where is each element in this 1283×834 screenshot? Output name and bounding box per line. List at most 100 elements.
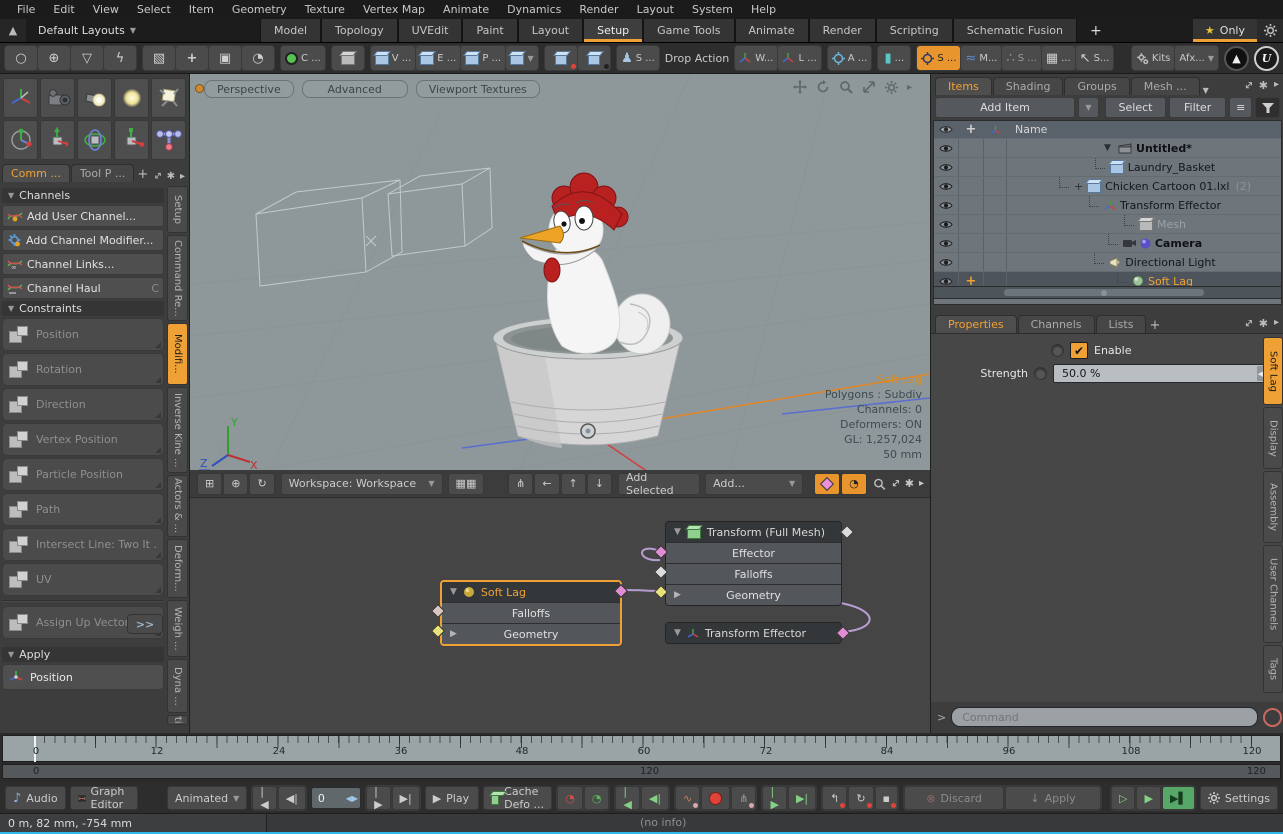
add-item-dropdown[interactable]: ▼ xyxy=(1078,97,1099,118)
next-frame-button[interactable]: |▶ xyxy=(366,786,390,810)
itemlist-arrow-icon[interactable]: ▸ xyxy=(1274,79,1279,92)
add-channel-modifier-button[interactable]: Add Channel Modifier... xyxy=(2,229,164,251)
enable-channel-toggle[interactable] xyxy=(1051,344,1064,357)
maximize-icon[interactable] xyxy=(862,80,876,94)
tab-game-tools[interactable]: Game Tools xyxy=(643,19,734,42)
item-row-transform-effector[interactable]: Transform Effector xyxy=(934,195,1281,214)
menu-render[interactable]: Render xyxy=(570,1,627,18)
viewport-more-arrow-icon[interactable]: ▸ xyxy=(907,82,912,93)
timeline-ruler[interactable]: 0 12 24 36 48 60 72 84 96 108 120 xyxy=(2,735,1281,762)
viewport-perspective-button[interactable]: Perspective xyxy=(204,80,294,98)
schematic-canvas[interactable]: ▼ Soft Lag Falloffs ▶Geometry ▼ Transfor… xyxy=(190,498,930,733)
tab-tool-pipe[interactable]: Tool P ... xyxy=(71,164,134,182)
vtab-display[interactable]: Display xyxy=(1263,407,1283,469)
vtab-tags[interactable]: Tags xyxy=(1263,645,1283,693)
schematic-maximize-icon[interactable]: ↕ xyxy=(887,476,903,492)
node-transform-effector[interactable]: Effector xyxy=(666,542,841,563)
node-transform-effector-item[interactable]: ▼ Transform Effector xyxy=(665,622,842,644)
layoutbar-gear-icon[interactable] xyxy=(1257,19,1283,42)
ik-joint-button[interactable] xyxy=(151,120,186,160)
play-button[interactable]: ▶Play xyxy=(425,786,479,810)
add-panel-tab-button[interactable]: + xyxy=(135,167,150,182)
channels-section-header[interactable]: ▼Channels xyxy=(2,188,164,203)
collapse-triangle-icon[interactable]: ▼ xyxy=(674,628,681,638)
viewport-shading-button[interactable]: Advanced xyxy=(302,80,408,98)
item-row-chicken[interactable]: + Chicken Cartoon 01.lxl(2) xyxy=(934,176,1281,195)
constraint-rotation-button[interactable]: Rotation xyxy=(2,353,164,386)
set-mode-button[interactable]: ∴S ... xyxy=(1002,46,1040,70)
visibility-eye-icon[interactable] xyxy=(934,177,959,195)
channel-links-button[interactable]: ∞Channel Links... xyxy=(2,253,164,275)
visibility-column-eye-icon[interactable] xyxy=(934,121,959,138)
tab-animate[interactable]: Animate xyxy=(735,19,809,42)
graph-editor-button[interactable]: Graph Editor xyxy=(70,786,139,810)
constraints-section-header[interactable]: ▼Constraints xyxy=(2,301,164,316)
add-tab-button[interactable]: + xyxy=(1077,19,1115,42)
filter-button[interactable]: Filter xyxy=(1169,97,1226,118)
add-selected-button[interactable]: Add Selected xyxy=(618,473,700,495)
lock-column-icon[interactable]: + xyxy=(959,121,984,138)
discard-button[interactable]: ⊗Discard xyxy=(904,786,1004,810)
itemlist-gear-icon[interactable]: ✱ xyxy=(1259,79,1268,92)
next-key-alt-button[interactable]: ▶| xyxy=(788,786,816,810)
playback-mode-dropdown[interactable]: Animated▼ xyxy=(167,786,247,810)
tab-commands[interactable]: Comm ... xyxy=(2,164,70,182)
pan-icon[interactable] xyxy=(793,80,807,94)
go-to-end-button[interactable]: ▶| xyxy=(392,786,420,810)
constraint-path-button[interactable]: Path xyxy=(2,493,164,526)
item-row-scene[interactable]: ▼ Untitled* xyxy=(934,138,1281,157)
add-item-button[interactable]: Add Item xyxy=(935,97,1075,118)
visibility-eye-icon[interactable] xyxy=(934,158,959,176)
constraint-position-button[interactable]: Position xyxy=(2,318,164,351)
tab-schematic-fusion[interactable]: Schematic Fusion xyxy=(953,19,1077,42)
tab-uvedit[interactable]: UVEdit xyxy=(398,19,463,42)
vtab-particles[interactable]: Partic... xyxy=(167,715,188,725)
menu-layout[interactable]: Layout xyxy=(628,1,683,18)
kits-button[interactable]: Kits xyxy=(1132,46,1174,70)
vtab-user-channels[interactable]: User Channels xyxy=(1263,545,1283,643)
tab-mesh-ops[interactable]: Mesh ... xyxy=(1131,77,1200,95)
select-through-button[interactable]: ↖S... xyxy=(1076,46,1114,70)
viewport-gear-icon[interactable] xyxy=(885,81,898,94)
pivot-item-button[interactable] xyxy=(578,46,610,70)
layout-grid-icon[interactable]: ▦▦ xyxy=(448,473,485,495)
apply-section-header[interactable]: ▼Apply xyxy=(2,647,164,662)
menu-system[interactable]: System xyxy=(683,1,742,18)
constraint-vertex-position-button[interactable]: Vertex Position xyxy=(2,423,164,456)
tab-items[interactable]: Items xyxy=(935,77,992,95)
tab-scripting[interactable]: Scripting xyxy=(876,19,953,42)
local-axis-button[interactable]: L ... xyxy=(778,46,820,70)
previous-key-alt-button[interactable]: ◀| xyxy=(641,786,669,810)
refresh-workspace-icon[interactable]: ↻ xyxy=(249,473,274,495)
schematic-gear-icon[interactable]: ✱ xyxy=(905,477,914,490)
menu-item[interactable]: Item xyxy=(180,1,223,18)
constraint-direction-button[interactable]: Direction xyxy=(2,388,164,421)
ghost-mesh-button[interactable] xyxy=(332,46,364,70)
schematic-arrow-icon[interactable]: ▸ xyxy=(919,478,924,489)
array-tool-button[interactable]: + xyxy=(176,46,208,70)
collapse-triangle-icon[interactable]: ▼ xyxy=(674,527,681,537)
align-left-icon[interactable]: ← xyxy=(534,473,559,495)
tab-properties[interactable]: Properties xyxy=(935,315,1017,333)
next-key-button[interactable]: |▶ xyxy=(762,786,786,810)
expand-more-button[interactable]: >> xyxy=(127,614,163,634)
constraint-uv-button[interactable]: UV xyxy=(2,563,164,596)
key-stop-icon[interactable]: ▪ xyxy=(875,786,898,810)
tab-channels[interactable]: Channels xyxy=(1018,315,1095,333)
add-node-icon[interactable]: ⊕ xyxy=(223,473,248,495)
vtab-actors[interactable]: Actors & ... xyxy=(167,475,188,537)
tab-setup[interactable]: Setup xyxy=(583,19,643,42)
apply-button[interactable]: ↓Apply xyxy=(1005,786,1101,810)
vtab-assembly[interactable]: Assembly xyxy=(1263,471,1283,543)
command-record-icon[interactable] xyxy=(1263,708,1282,727)
item-row-camera[interactable]: Camera xyxy=(934,233,1281,252)
only-toggle-button[interactable]: ★ Only xyxy=(1193,19,1257,42)
vtab-deformers[interactable]: Deform... xyxy=(167,539,188,598)
name-column-header[interactable]: Name xyxy=(1007,121,1281,138)
tab-topology[interactable]: Topology xyxy=(321,19,398,42)
drop-action-label[interactable]: Drop Action xyxy=(665,52,729,65)
tab-paint[interactable]: Paint xyxy=(462,19,517,42)
edges-mode-button[interactable]: E ... xyxy=(416,46,460,70)
world-axis-button[interactable]: W... xyxy=(735,46,777,70)
constraint-intersect-line-button[interactable]: Intersect Line: Two It ... xyxy=(2,528,164,561)
